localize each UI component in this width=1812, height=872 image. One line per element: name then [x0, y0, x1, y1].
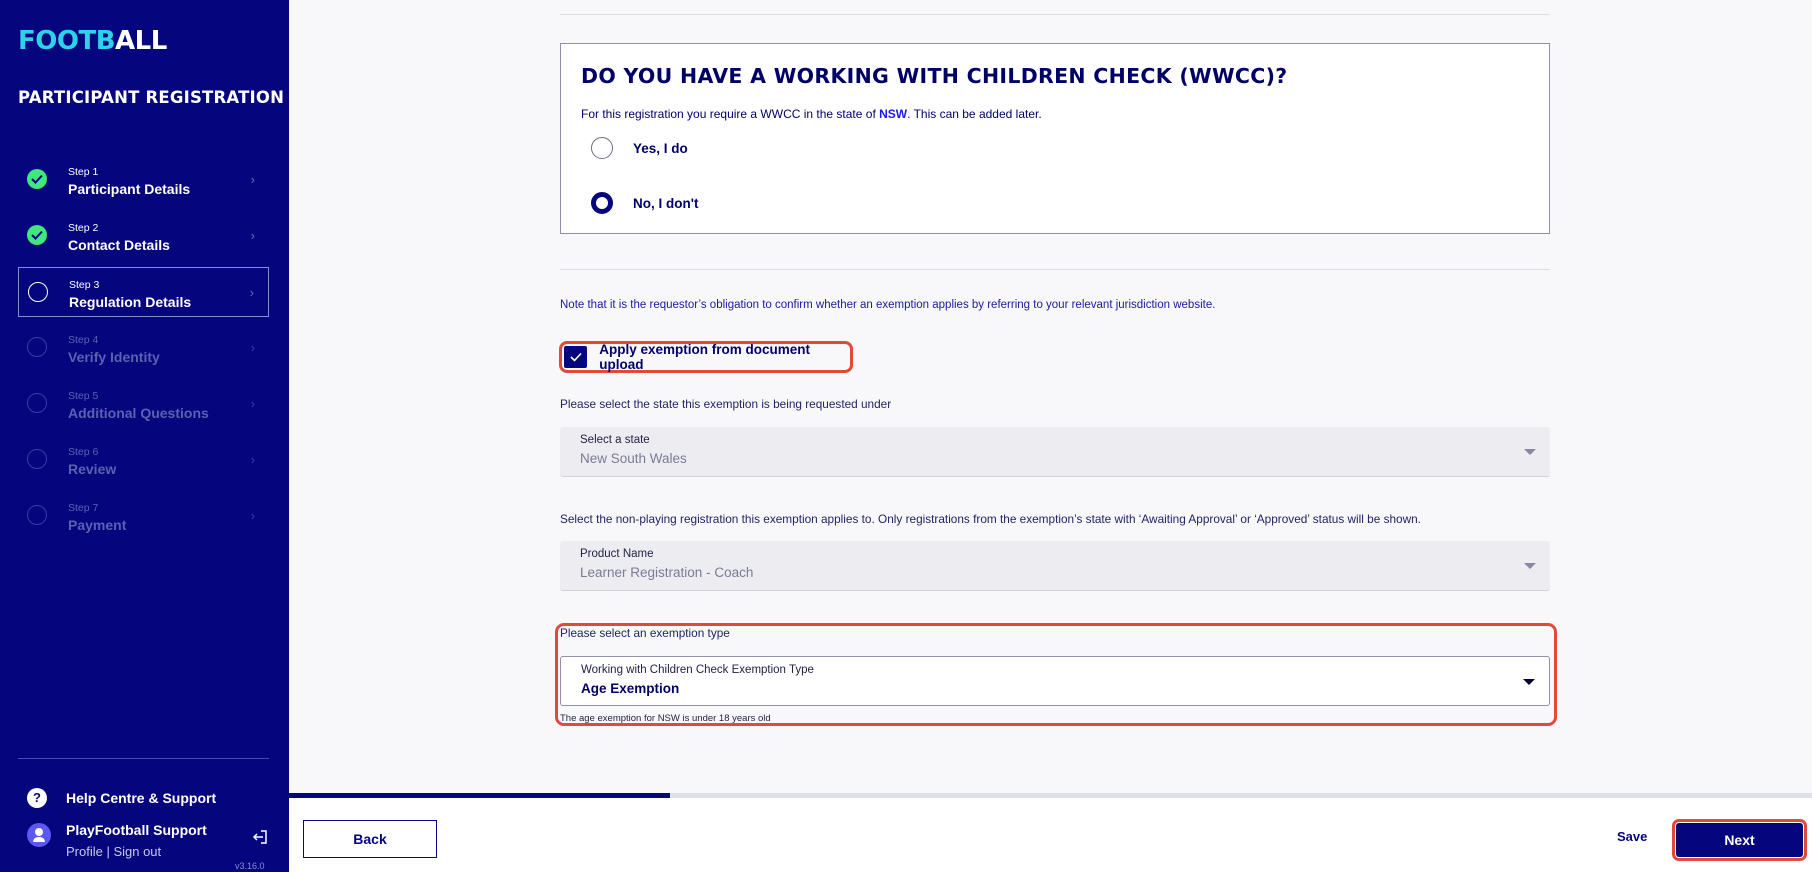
step-name: Verify Identity	[68, 349, 160, 365]
footer-bar: Back Save Next	[289, 793, 1812, 872]
sidebar-step-1[interactable]: Step 1 Participant Details ›	[18, 155, 269, 205]
wwcc-heading: DO YOU HAVE A WORKING WITH CHILDREN CHEC…	[581, 64, 1288, 88]
help-label: Help Centre & Support	[66, 790, 217, 806]
radio-yes[interactable]: Yes, I do	[591, 137, 688, 159]
apply-exemption-checkbox[interactable]: Apply exemption from document upload	[559, 341, 853, 373]
state-select-value: New South Wales	[580, 451, 687, 466]
empty-circle-icon	[27, 393, 47, 413]
product-select-label: Product Name	[580, 548, 654, 560]
step-number: Step 2	[68, 222, 99, 234]
caret-down-icon	[1523, 679, 1535, 685]
empty-circle-icon	[27, 505, 47, 525]
main-content: DO YOU HAVE A WORKING WITH CHILDREN CHEC…	[289, 0, 1812, 872]
avatar	[27, 823, 51, 847]
wwcc-subtext: For this registration you require a WWCC…	[581, 107, 1042, 121]
progress-fill	[289, 793, 670, 798]
empty-circle-icon	[28, 282, 48, 302]
sidebar-step-7[interactable]: Step 7 Payment ›	[18, 491, 269, 541]
profile-signout-links[interactable]: Profile | Sign out	[66, 844, 161, 859]
empty-circle-icon	[27, 449, 47, 469]
step-number: Step 5	[68, 390, 99, 402]
exemption-note: Note that it is the requestor’s obligati…	[560, 299, 1216, 311]
product-select-value: Learner Registration - Coach	[580, 565, 754, 580]
step-number: Step 6	[68, 446, 99, 458]
state-select-label: Select a state	[580, 434, 650, 446]
sidebar: FOOTBALL PARTICIPANT REGISTRATION Step 1…	[0, 0, 289, 872]
product-select[interactable]: Product Name Learner Registration - Coac…	[560, 541, 1550, 591]
step-name: Regulation Details	[69, 294, 192, 310]
type-hint: The age exemption for NSW is under 18 ye…	[560, 713, 771, 724]
caret-down-icon	[1524, 563, 1536, 569]
check-circle-icon	[27, 169, 47, 189]
radio-no-label: No, I don't	[633, 195, 699, 211]
step-number: Step 1	[68, 166, 99, 178]
type-question: Please select an exemption type	[560, 626, 730, 640]
sign-out-icon[interactable]	[252, 829, 268, 845]
help-centre-link[interactable]: ? Help Centre & Support	[27, 788, 216, 808]
step-list: Step 1 Participant Details › Step 2 Contac…	[18, 155, 269, 547]
chevron-right-icon: ›	[250, 172, 255, 187]
product-question: Select the non-playing registration this…	[560, 512, 1421, 526]
user-name: PlayFootball Support	[66, 822, 207, 838]
step-number: Step 7	[68, 502, 99, 514]
check-circle-icon	[27, 225, 47, 245]
divider	[560, 269, 1550, 270]
empty-circle-icon	[27, 337, 47, 357]
radio-circle-icon	[591, 137, 613, 159]
chevron-right-icon: ›	[249, 285, 254, 300]
help-icon: ?	[27, 788, 47, 808]
football-logo[interactable]: FOOTBALL	[18, 26, 167, 56]
sidebar-step-4[interactable]: Step 4 Verify Identity ›	[18, 323, 269, 373]
chevron-right-icon: ›	[250, 452, 255, 467]
state-question: Please select the state this exemption i…	[560, 397, 892, 411]
registration-title: PARTICIPANT REGISTRATION	[18, 88, 285, 107]
step-number: Step 3	[69, 279, 100, 291]
sidebar-step-5[interactable]: Step 5 Additional Questions ›	[18, 379, 269, 429]
sidebar-step-3[interactable]: Step 3 Regulation Details ›	[18, 267, 269, 317]
version-label: v3.16.0	[235, 861, 265, 871]
checkbox-label: Apply exemption from document upload	[599, 342, 811, 372]
step-name: Review	[68, 461, 117, 477]
sidebar-divider	[18, 758, 269, 759]
step-name: Participant Details	[68, 181, 191, 197]
radio-no[interactable]: No, I don't	[591, 192, 698, 214]
type-select-label: Working with Children Check Exemption Ty…	[581, 664, 814, 676]
chevron-right-icon: ›	[250, 508, 255, 523]
step-name: Payment	[68, 517, 127, 533]
radio-selected-icon	[591, 192, 613, 214]
exemption-type-select[interactable]: Working with Children Check Exemption Ty…	[560, 656, 1550, 706]
step-name: Contact Details	[68, 237, 170, 253]
state-select[interactable]: Select a state New South Wales	[560, 427, 1550, 477]
divider	[560, 14, 1550, 15]
wwcc-card: DO YOU HAVE A WORKING WITH CHILDREN CHEC…	[560, 43, 1550, 234]
caret-down-icon	[1524, 449, 1536, 455]
radio-yes-label: Yes, I do	[633, 140, 688, 156]
sidebar-step-2[interactable]: Step 2 Contact Details ›	[18, 211, 269, 261]
save-button[interactable]: Save	[1617, 829, 1647, 844]
chevron-right-icon: ›	[250, 340, 255, 355]
back-button[interactable]: Back	[303, 820, 437, 858]
type-select-value: Age Exemption	[581, 681, 680, 696]
checkbox-checked-icon	[564, 346, 588, 368]
chevron-right-icon: ›	[250, 396, 255, 411]
next-button[interactable]: Next	[1676, 823, 1803, 857]
progress-bar	[289, 793, 1812, 798]
chevron-right-icon: ›	[250, 228, 255, 243]
step-name: Additional Questions	[68, 405, 209, 421]
step-number: Step 4	[68, 334, 99, 346]
sidebar-step-6[interactable]: Step 6 Review ›	[18, 435, 269, 485]
